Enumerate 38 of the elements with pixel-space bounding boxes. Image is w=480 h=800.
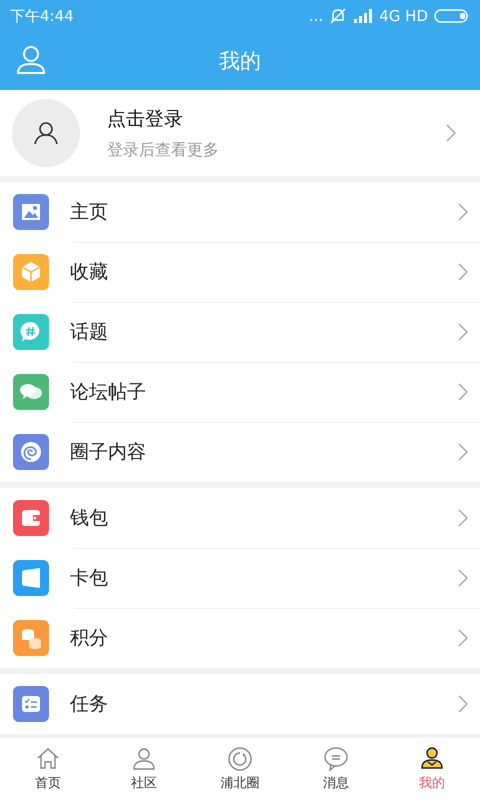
menu-item[interactable]: 话题 [0,302,480,362]
chevron-right-icon [458,695,468,713]
chevron-right-icon [458,443,468,461]
menu-item[interactable]: 收藏 [0,242,480,302]
chevron-right-icon [458,323,468,341]
profile-card[interactable]: 点击登录 登录后查看更多 [0,90,480,176]
signal-icon [353,9,374,23]
tab-item[interactable]: 我的 [384,738,480,800]
tab-item[interactable]: 消息 [288,738,384,800]
chevron-right-icon [458,569,468,587]
status-dots: ... [308,7,324,25]
chevron-right-icon [458,383,468,401]
chevron-right-icon [458,203,468,221]
menu-item[interactable]: 圈子内容 [0,422,480,482]
menu-item[interactable]: 卡包 [0,548,480,608]
menu-item[interactable]: 任务 [0,674,480,734]
chevron-right-icon [446,124,456,142]
login-hint: 登录后查看更多 [107,140,220,160]
menu-item[interactable]: 论坛帖子 [0,362,480,422]
person-icon [131,746,157,772]
chevron-right-icon [458,263,468,281]
chevron-right-icon [458,629,468,647]
tab-item[interactable]: 浦北圈 [192,738,288,800]
tab-item[interactable]: 社区 [96,738,192,800]
login-prompt: 点击登录 [107,106,184,132]
user-icon[interactable] [16,45,46,75]
chevron-right-icon [458,509,468,527]
muted-bell-icon [329,7,348,25]
status-time: 下午4:44 [10,6,74,26]
menu-item[interactable]: 钱包 [0,488,480,548]
page-title: 我的 [219,48,261,75]
tab-item[interactable]: 首页 [0,738,96,800]
message-icon [323,746,349,772]
network-label: 4G HD [379,7,428,25]
ring-icon [227,746,253,772]
menu-item[interactable]: 主页 [0,182,480,242]
battery-icon [434,9,470,23]
menu-item[interactable]: 积分 [0,608,480,668]
